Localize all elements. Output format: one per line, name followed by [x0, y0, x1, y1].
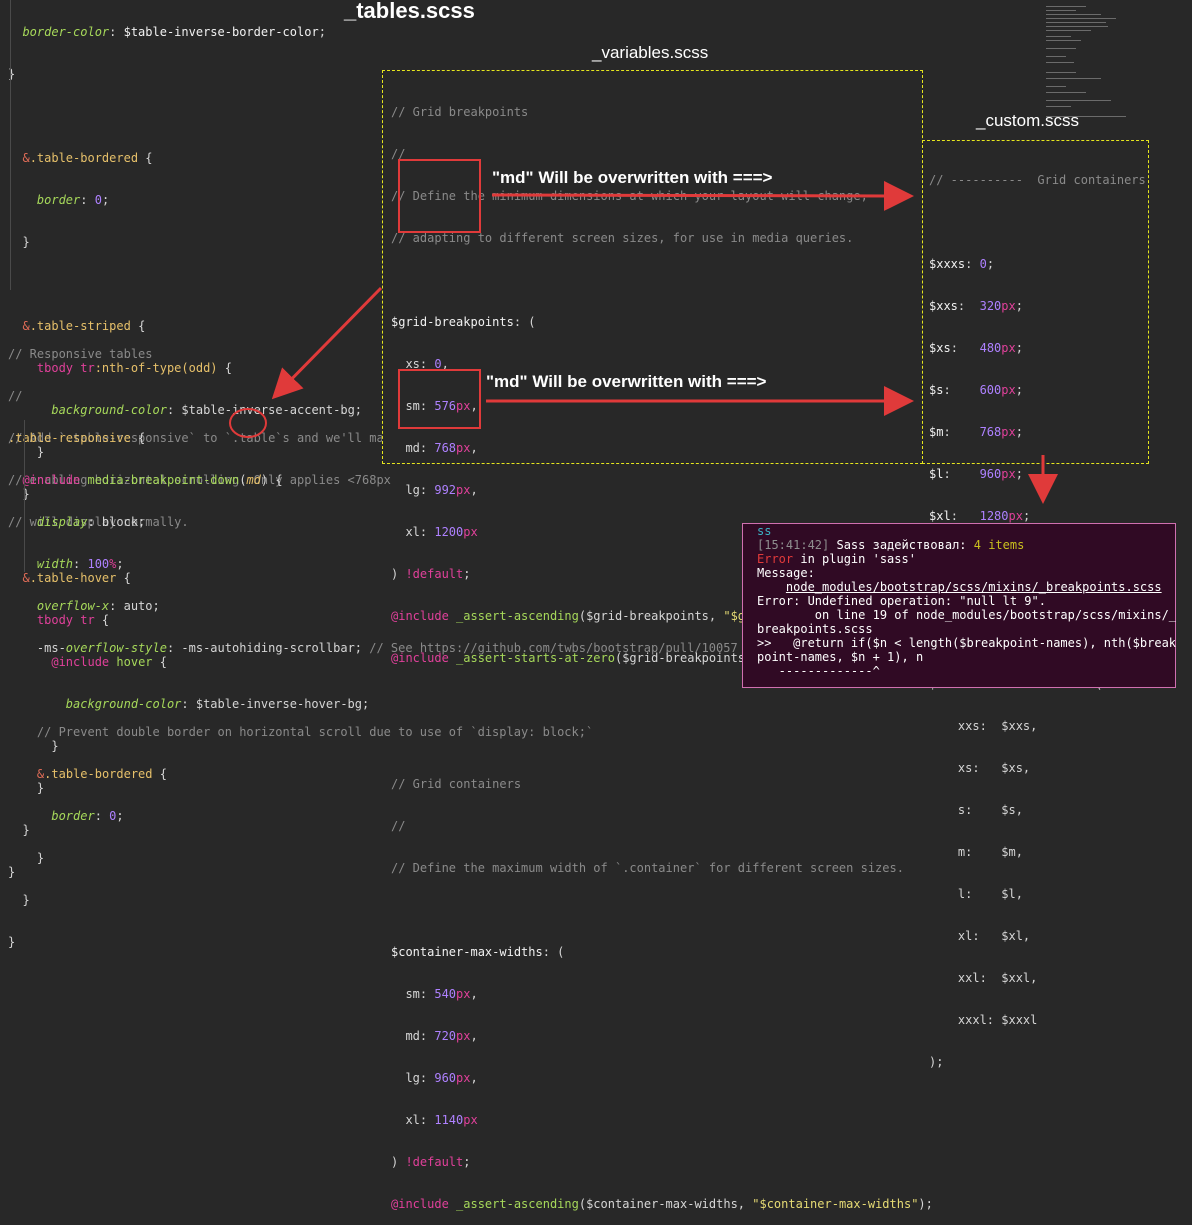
terminal-items: 4 items [973, 538, 1025, 552]
terminal-text: point-names, $n + 1), n [757, 650, 924, 664]
terminal-text: Message: [757, 566, 815, 580]
arrow-to-custom-breakpoints [491, 180, 914, 211]
terminal-text: -------------^ [757, 664, 880, 678]
code-line: l: $l, [929, 887, 1023, 901]
code-line: xxs: $xxs, [929, 719, 1038, 733]
terminal-text: on line 19 of node_modules/bootstrap/scs… [757, 608, 1177, 622]
terminal-text: Error: Undefined operation: "null lt 9". [757, 594, 1046, 608]
code-line: xl: $xl, [929, 929, 1031, 943]
code-line: md: 720px, [391, 1029, 478, 1043]
code-line: @include _assert-ascending($container-ma… [391, 1197, 933, 1211]
code-line: ); [929, 1055, 944, 1069]
code-line: // Define the maximum width of `.contain… [391, 861, 904, 875]
code-line: ) !default; [391, 1155, 471, 1169]
terminal-file-link[interactable]: node_modules/bootstrap/scss/mixins/_brea… [786, 580, 1162, 594]
code-line: xxxl: $xxxl [929, 1013, 1038, 1027]
terminal-error-panel: ss [15:41:42] Sass задействовал: 4 items… [742, 523, 1176, 688]
code-line: sm: 540px, [391, 987, 478, 1001]
terminal-text: in plugin 'sass' [793, 552, 916, 566]
code-line: xl: 1140px [391, 1113, 478, 1127]
code-line: m: $m, [929, 845, 1023, 859]
terminal-timestamp: [15:41:42] [757, 538, 830, 552]
terminal-text: breakpoints.scss [757, 622, 873, 636]
code-line: // Grid containers [391, 777, 522, 791]
code-line: xs: $xs, [929, 761, 1031, 775]
terminal-text: Sass задействовал: [829, 538, 974, 552]
md-circle-highlight [229, 408, 267, 438]
terminal-text: >> @return if($n < length($breakpoint-na… [757, 636, 1177, 650]
code-line: s: $s, [929, 803, 1023, 817]
code-line: $container-max-widths: ( [391, 945, 565, 959]
code-line: // [391, 819, 406, 833]
code-line: xxl: $xxl, [929, 971, 1038, 985]
arrow-to-md-usage [271, 286, 383, 400]
terminal-line: ss [757, 524, 772, 538]
terminal-error-label: Error [757, 552, 794, 566]
code-line: lg: 960px, [391, 1071, 478, 1085]
